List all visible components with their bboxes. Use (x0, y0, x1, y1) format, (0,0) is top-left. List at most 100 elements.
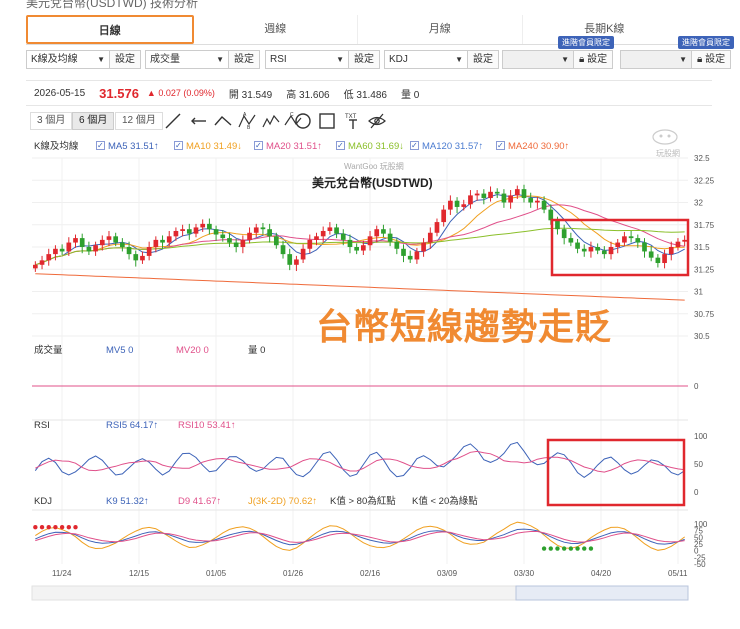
angle-tool-icon[interactable] (214, 112, 232, 130)
line-tool-icon[interactable] (164, 112, 182, 130)
k-oversold-dot (548, 546, 553, 551)
candle-body (146, 247, 152, 256)
candle-body (220, 234, 226, 239)
locked-settings-label-2: 設定 (705, 54, 726, 65)
abcd-pattern-icon[interactable]: AB (238, 112, 256, 130)
kline-select[interactable]: K線及均線 ▼ (26, 50, 110, 69)
candle-body (628, 236, 634, 239)
candlestick-series (33, 184, 687, 272)
candle-body (535, 200, 540, 203)
date-tick-label: 01/05 (206, 569, 227, 578)
candle-body (294, 259, 299, 265)
tab-weekly[interactable]: 週線 (194, 15, 358, 44)
candle-body (354, 247, 359, 251)
candle-body (421, 242, 426, 252)
k-overbought-dot (59, 525, 65, 530)
lock-icon: 🔒︎ (579, 54, 585, 65)
candle-body (528, 198, 534, 203)
volume-select[interactable]: 成交量 ▼ (145, 50, 229, 69)
rsi-select[interactable]: RSI ▼ (265, 50, 349, 69)
chevron-down-icon: ▼ (216, 55, 224, 64)
candle-body (682, 239, 687, 242)
candle-body (340, 233, 346, 240)
chart-title: 美元兌台幣(USDTWD) (312, 176, 433, 190)
k-oversold-note: K值 < 20為綠點 (412, 496, 478, 507)
control-group-kdj: KDJ ▼ 設定 (384, 50, 499, 69)
candle-body (59, 248, 65, 252)
locked-select-1: ▼ (502, 50, 574, 69)
indicator-controls: K線及均線 ▼ 設定 成交量 ▼ 設定 RSI ▼ 設定 KDJ ▼ 設定 ▼ 🔒︎ 設… (26, 36, 738, 70)
rsi-legend-label: RSI (34, 420, 50, 431)
wave-pattern-icon[interactable] (262, 112, 280, 130)
candle-body (334, 227, 339, 234)
price-tick-label: 30.5 (694, 332, 710, 341)
candle-body (642, 242, 647, 252)
control-group-rsi: RSI ▼ 設定 (265, 50, 380, 69)
hide-eye-icon[interactable] (368, 112, 386, 130)
k-oversold-dot (588, 546, 594, 551)
candle-body (79, 238, 85, 247)
candle-body (474, 193, 480, 196)
kdj-select[interactable]: KDJ ▼ (384, 50, 468, 69)
candle-body (39, 260, 45, 265)
candle-body (407, 255, 413, 260)
candle-body (160, 239, 165, 243)
rsi-tick-label: 100 (694, 432, 708, 441)
kdj-settings-button[interactable]: 設定 (468, 50, 499, 69)
candle-body (361, 245, 366, 251)
text-tool-icon[interactable]: TXT (344, 112, 362, 130)
candle-body (588, 247, 594, 252)
control-group-volume: 成交量 ▼ 設定 (145, 50, 260, 69)
date-tick-label: 01/26 (283, 569, 304, 578)
candle-body (240, 239, 246, 247)
period-3m-button[interactable]: 3 個月 (30, 112, 73, 130)
locked-settings-button-1[interactable]: 🔒︎ 設定 (574, 50, 614, 69)
k-oversold-dot (541, 546, 547, 551)
control-group-kline: K線及均線 ▼ 設定 (26, 50, 141, 69)
candle-body (207, 223, 212, 230)
volume-settings-button[interactable]: 設定 (229, 50, 260, 69)
candle-body (126, 247, 132, 255)
rsi5-legend: RSI5 64.17↑ (106, 420, 159, 431)
quote-low: 低 31.486 (343, 89, 387, 101)
candle-body (327, 227, 333, 231)
candle-body (514, 189, 520, 196)
candle-body (448, 200, 453, 210)
tab-monthly[interactable]: 月線 (358, 15, 523, 44)
locked-settings-button-2[interactable]: 🔒︎ 設定 (692, 50, 732, 69)
candle-body (468, 195, 473, 205)
ellipse-tool-icon[interactable] (294, 112, 312, 130)
rectangle-tool-icon[interactable] (318, 112, 336, 130)
price-tick-label: 30.75 (694, 310, 715, 319)
candle-body (140, 255, 145, 261)
k-oversold-dot (575, 546, 580, 551)
quote-price: 31.576 (99, 85, 139, 101)
candle-body (106, 236, 112, 240)
price-tick-label: 32.25 (694, 176, 715, 185)
candle-body (441, 209, 447, 223)
ray-tool-icon[interactable] (190, 112, 208, 130)
range-navigator-selection (515, 585, 689, 601)
candle-body (307, 239, 313, 249)
rsi-settings-button[interactable]: 設定 (349, 50, 380, 69)
tab-daily[interactable]: 日線 (26, 15, 194, 44)
quote-volume: 量 0 (401, 89, 420, 101)
candle-body (601, 250, 607, 255)
chevron-down-icon: ▼ (561, 55, 569, 64)
candle-body (33, 264, 38, 269)
rsi10-legend: RSI10 53.41↑ (178, 420, 236, 431)
candle-body (521, 189, 527, 199)
annotation-text: 台幣短線趨勢走貶 (316, 306, 613, 347)
candle-body (454, 200, 460, 207)
technical-chart[interactable]: 32.5 32.25 32 31.75 31.5 31.25 31 30.75 30.5 0 100… (26, 150, 726, 610)
k-overbought-dot (46, 525, 51, 530)
candle-body (668, 247, 674, 255)
quote-change: ▲ 0.027 (0.09%) (146, 88, 215, 98)
kline-settings-button[interactable]: 設定 (110, 50, 141, 69)
period-6m-button[interactable]: 6 個月 (72, 112, 115, 130)
candle-body (461, 204, 467, 207)
k-overbought-dot (73, 525, 78, 530)
k-overbought-dot (39, 525, 45, 530)
candle-body (481, 193, 487, 199)
period-12m-button[interactable]: 12 個月 (115, 112, 163, 130)
